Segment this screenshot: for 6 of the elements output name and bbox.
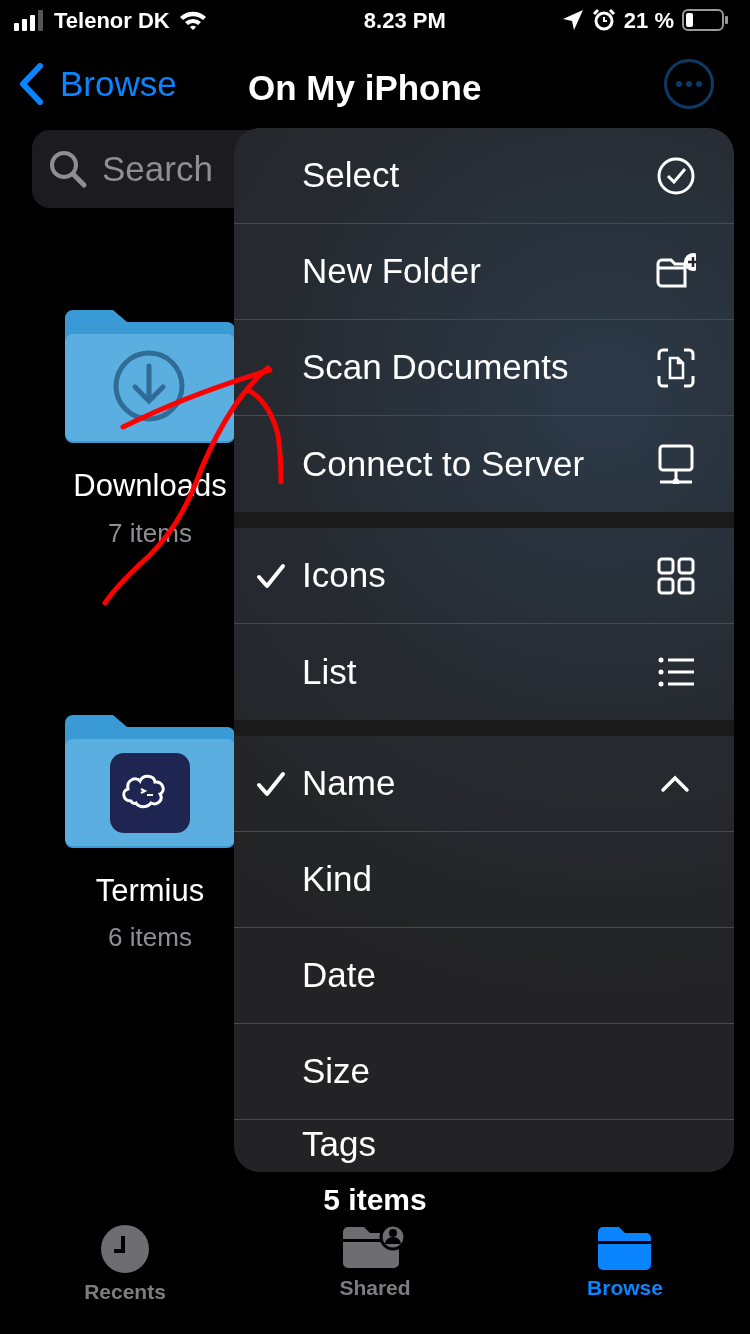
battery-percent: 21 %: [623, 6, 674, 35]
item-total: 5 items: [323, 1182, 427, 1218]
item-count: 6 items: [108, 921, 192, 954]
status-time: 8.23 PM: [363, 7, 446, 33]
screen-title: On My iPhone: [248, 67, 482, 109]
carrier-name: Telenor DK: [54, 6, 170, 35]
